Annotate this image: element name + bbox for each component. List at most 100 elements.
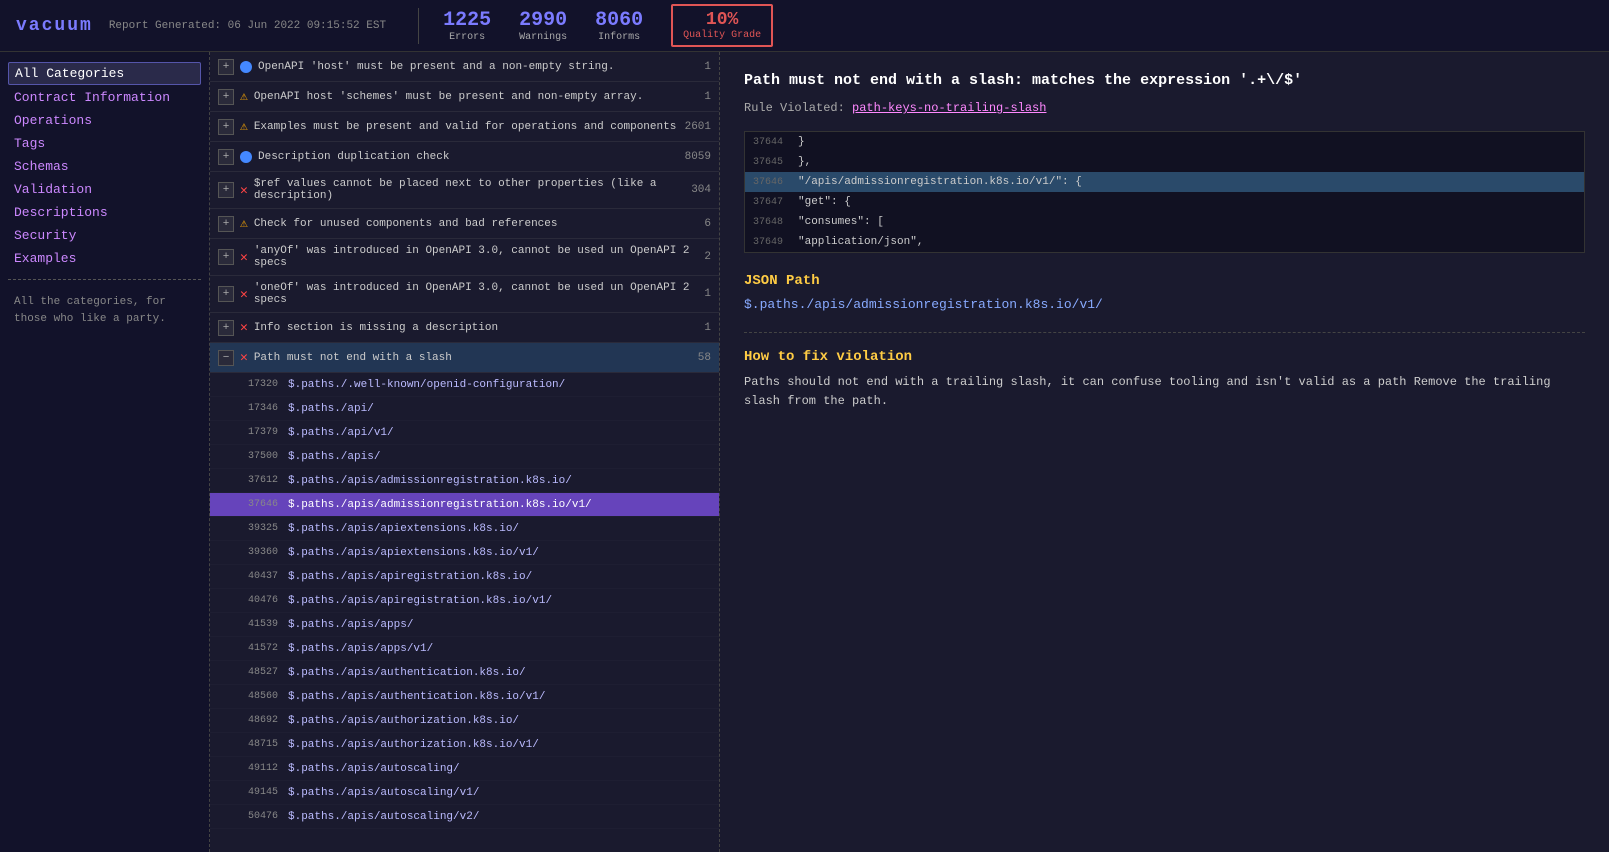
sidebar-item-validation[interactable]: Validation [8, 179, 201, 200]
expand-btn-anyof[interactable]: + [218, 249, 234, 265]
rule-count-schemes: 1 [704, 91, 711, 103]
expand-btn-desc-dup[interactable]: + [218, 149, 234, 165]
line-number: 37646 [753, 177, 798, 188]
rule-row-desc-dup[interactable]: + Description duplication check 8059 [210, 142, 719, 172]
sidebar-item-schemas[interactable]: Schemas [8, 156, 201, 177]
rule-row-schemes[interactable]: + ⚠ OpenAPI host 'schemes' must be prese… [210, 82, 719, 112]
expand-btn-unused[interactable]: + [218, 216, 234, 232]
rule-row-unused[interactable]: + ⚠ Check for unused components and bad … [210, 209, 719, 239]
expand-btn-host[interactable]: + [218, 59, 234, 75]
expand-btn-ref[interactable]: + [218, 182, 234, 198]
path-text: $.paths./apis/admissionregistration.k8s.… [288, 499, 592, 511]
warnings-label: Warnings [519, 32, 567, 43]
rule-row-info-desc[interactable]: + ✕ Info section is missing a descriptio… [210, 313, 719, 343]
sidebar-divider [8, 279, 201, 280]
rule-count-oneof: 1 [704, 288, 711, 300]
line-num: 48560 [248, 691, 288, 702]
code-line-37649: 37649 "application/json", [745, 232, 1584, 252]
rule-row-oneof[interactable]: + ✕ 'oneOf' was introduced in OpenAPI 3.… [210, 276, 719, 313]
rules-panel: + OpenAPI 'host' must be present and a n… [210, 52, 720, 852]
stat-informs: 8060 Informs [595, 9, 643, 43]
line-num: 17320 [248, 379, 288, 390]
expand-btn-examples[interactable]: + [218, 119, 234, 135]
subitem-6[interactable]: 39325$.paths./apis/apiextensions.k8s.io/ [210, 517, 719, 541]
code-line-37648: 37648 "consumes": [ [745, 212, 1584, 232]
subitem-10[interactable]: 41539$.paths./apis/apps/ [210, 613, 719, 637]
subitem-0[interactable]: 17320$.paths./.well-known/openid-configu… [210, 373, 719, 397]
subitem-17[interactable]: 49145$.paths./apis/autoscaling/v1/ [210, 781, 719, 805]
quality-number: 10% [706, 10, 738, 30]
expand-btn-oneof[interactable]: + [218, 286, 234, 302]
line-num: 48527 [248, 667, 288, 678]
informs-label: Informs [598, 32, 640, 43]
subitem-18[interactable]: 50476$.paths./apis/autoscaling/v2/ [210, 805, 719, 829]
rule-text-examples: Examples must be present and valid for o… [254, 121, 679, 133]
rule-count-host: 1 [704, 61, 711, 73]
rule-violated-link[interactable]: path-keys-no-trailing-slash [852, 101, 1046, 115]
sidebar-item-operations[interactable]: Operations [8, 110, 201, 131]
rule-count-info-desc: 1 [704, 322, 711, 334]
sidebar-description: All the categories, for those who like a… [8, 290, 201, 331]
subitem-5[interactable]: 37646$.paths./apis/admissionregistration… [210, 493, 719, 517]
code-line-37646: 37646"/apis/admissionregistration.k8s.io… [745, 172, 1584, 192]
line-num: 49145 [248, 787, 288, 798]
rule-row-host[interactable]: + OpenAPI 'host' must be present and a n… [210, 52, 719, 82]
path-text: $.paths./apis/authorization.k8s.io/v1/ [288, 739, 539, 751]
fix-text: Paths should not end with a trailing sla… [744, 373, 1585, 411]
sidebar: All Categories Contract Information Oper… [0, 52, 210, 852]
code-content: } [798, 136, 805, 148]
informs-number: 8060 [595, 9, 643, 32]
code-line-37644: 37644 } [745, 132, 1584, 152]
rule-row-examples[interactable]: + ⚠ Examples must be present and valid f… [210, 112, 719, 142]
code-content: "/apis/admissionregistration.k8s.io/v1/"… [798, 176, 1082, 188]
expand-btn-slash[interactable]: − [218, 350, 234, 366]
path-text: $.paths./.well-known/openid-configuratio… [288, 379, 565, 391]
subitem-4[interactable]: 37612$.paths./apis/admissionregistration… [210, 469, 719, 493]
rule-text-schemes: OpenAPI host 'schemes' must be present a… [254, 91, 699, 103]
path-text: $.paths./apis/apiregistration.k8s.io/v1/ [288, 595, 552, 607]
rule-violated: Rule Violated: path-keys-no-trailing-sla… [744, 101, 1585, 115]
sidebar-item-tags[interactable]: Tags [8, 133, 201, 154]
subitem-8[interactable]: 40437$.paths./apis/apiregistration.k8s.i… [210, 565, 719, 589]
sidebar-item-examples[interactable]: Examples [8, 248, 201, 269]
warn-icon-schemes: ⚠ [240, 89, 248, 104]
code-content: "application/json", [798, 236, 923, 248]
rule-row-ref[interactable]: + ✕ $ref values cannot be placed next to… [210, 172, 719, 209]
line-num: 50476 [248, 811, 288, 822]
json-path-value: $.paths./apis/admissionregistration.k8s.… [744, 297, 1585, 312]
path-text: $.paths./apis/authentication.k8s.io/v1/ [288, 691, 545, 703]
code-line-37647: 37647 "get": { [745, 192, 1584, 212]
rule-row-slash[interactable]: − ✕ Path must not end with a slash 58 [210, 343, 719, 373]
subitem-13[interactable]: 48560$.paths./apis/authentication.k8s.io… [210, 685, 719, 709]
path-text: $.paths./apis/authentication.k8s.io/ [288, 667, 526, 679]
errors-label: Errors [449, 32, 485, 43]
line-number: 37645 [753, 157, 798, 168]
subitem-3[interactable]: 37500$.paths./apis/ [210, 445, 719, 469]
sidebar-item-descriptions[interactable]: Descriptions [8, 202, 201, 223]
expand-btn-schemes[interactable]: + [218, 89, 234, 105]
sidebar-item-security[interactable]: Security [8, 225, 201, 246]
error-icon-info-desc: ✕ [240, 320, 248, 335]
line-num: 37612 [248, 475, 288, 486]
expand-btn-info-desc[interactable]: + [218, 320, 234, 336]
sidebar-item-all-categories[interactable]: All Categories [8, 62, 201, 85]
subitem-16[interactable]: 49112$.paths./apis/autoscaling/ [210, 757, 719, 781]
sidebar-item-contract-information[interactable]: Contract Information [8, 87, 201, 108]
subitem-11[interactable]: 41572$.paths./apis/apps/v1/ [210, 637, 719, 661]
subitem-12[interactable]: 48527$.paths./apis/authentication.k8s.io… [210, 661, 719, 685]
subitem-1[interactable]: 17346$.paths./api/ [210, 397, 719, 421]
rule-text-host: OpenAPI 'host' must be present and a non… [258, 61, 698, 73]
subitem-2[interactable]: 17379$.paths./api/v1/ [210, 421, 719, 445]
rule-row-anyof[interactable]: + ✕ 'anyOf' was introduced in OpenAPI 3.… [210, 239, 719, 276]
subitem-15[interactable]: 48715$.paths./apis/authorization.k8s.io/… [210, 733, 719, 757]
subitem-14[interactable]: 48692$.paths./apis/authorization.k8s.io/ [210, 709, 719, 733]
line-num: 48692 [248, 715, 288, 726]
line-num: 37646 [248, 499, 288, 510]
warnings-number: 2990 [519, 9, 567, 32]
line-num: 41572 [248, 643, 288, 654]
section-divider [744, 332, 1585, 333]
rule-text-desc-dup: Description duplication check [258, 151, 679, 163]
rule-count-desc-dup: 8059 [685, 151, 711, 163]
subitem-7[interactable]: 39360$.paths./apis/apiextensions.k8s.io/… [210, 541, 719, 565]
subitem-9[interactable]: 40476$.paths./apis/apiregistration.k8s.i… [210, 589, 719, 613]
